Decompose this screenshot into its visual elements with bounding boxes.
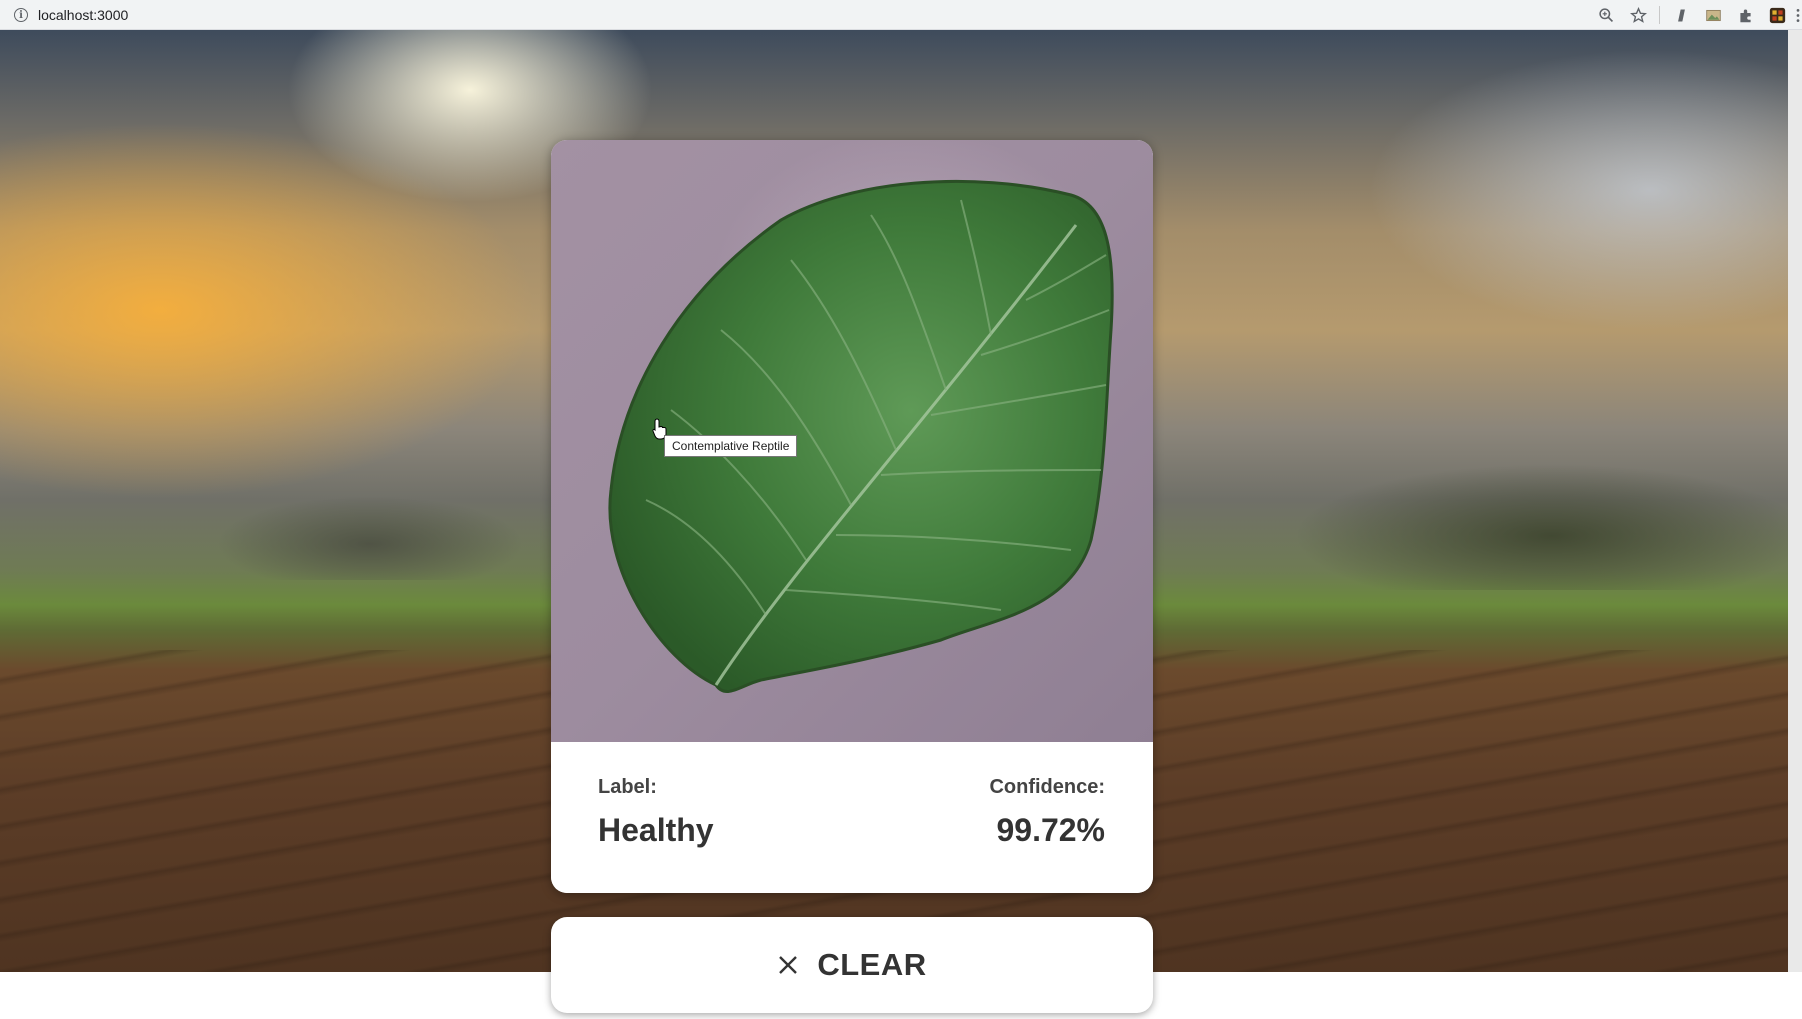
browser-toolbar: i localhost:3000 — [0, 0, 1802, 30]
clear-button-label: CLEAR — [817, 947, 927, 982]
confidence-caption: Confidence: — [989, 776, 1105, 798]
prediction-card: Label: Healthy Confidence: 99.72% — [551, 140, 1153, 893]
label-caption: Label: — [598, 776, 657, 798]
toolbar-separator — [1659, 6, 1660, 24]
page-scrollbar-track[interactable] — [1788, 30, 1802, 972]
url-text[interactable]: localhost:3000 — [38, 7, 128, 23]
extension-image-icon[interactable] — [1702, 4, 1724, 26]
image-tooltip: Contemplative Reptile — [664, 435, 798, 457]
extension-pen-icon[interactable] — [1670, 4, 1692, 26]
menu-icon[interactable] — [1794, 4, 1802, 26]
toolbar-icons — [1585, 4, 1802, 26]
prediction-label: Healthy — [598, 812, 714, 848]
profile-icon[interactable] — [1766, 4, 1788, 26]
uploaded-leaf-image — [551, 140, 1153, 742]
bookmark-star-icon[interactable] — [1627, 4, 1649, 26]
clear-button[interactable]: CLEAR — [551, 917, 1153, 1013]
zoom-icon[interactable] — [1595, 4, 1617, 26]
result-panel: Label: Healthy Confidence: 99.72% — [551, 742, 1153, 893]
extensions-puzzle-icon[interactable] — [1734, 4, 1756, 26]
background-trees-right — [1180, 410, 1800, 590]
confidence-value: 99.72% — [996, 812, 1105, 848]
close-icon — [779, 956, 798, 974]
leaf-illustration — [608, 179, 1114, 693]
site-info-icon[interactable]: i — [14, 8, 28, 22]
address-bar[interactable]: i localhost:3000 — [14, 5, 128, 25]
background-trees-left — [180, 460, 560, 580]
